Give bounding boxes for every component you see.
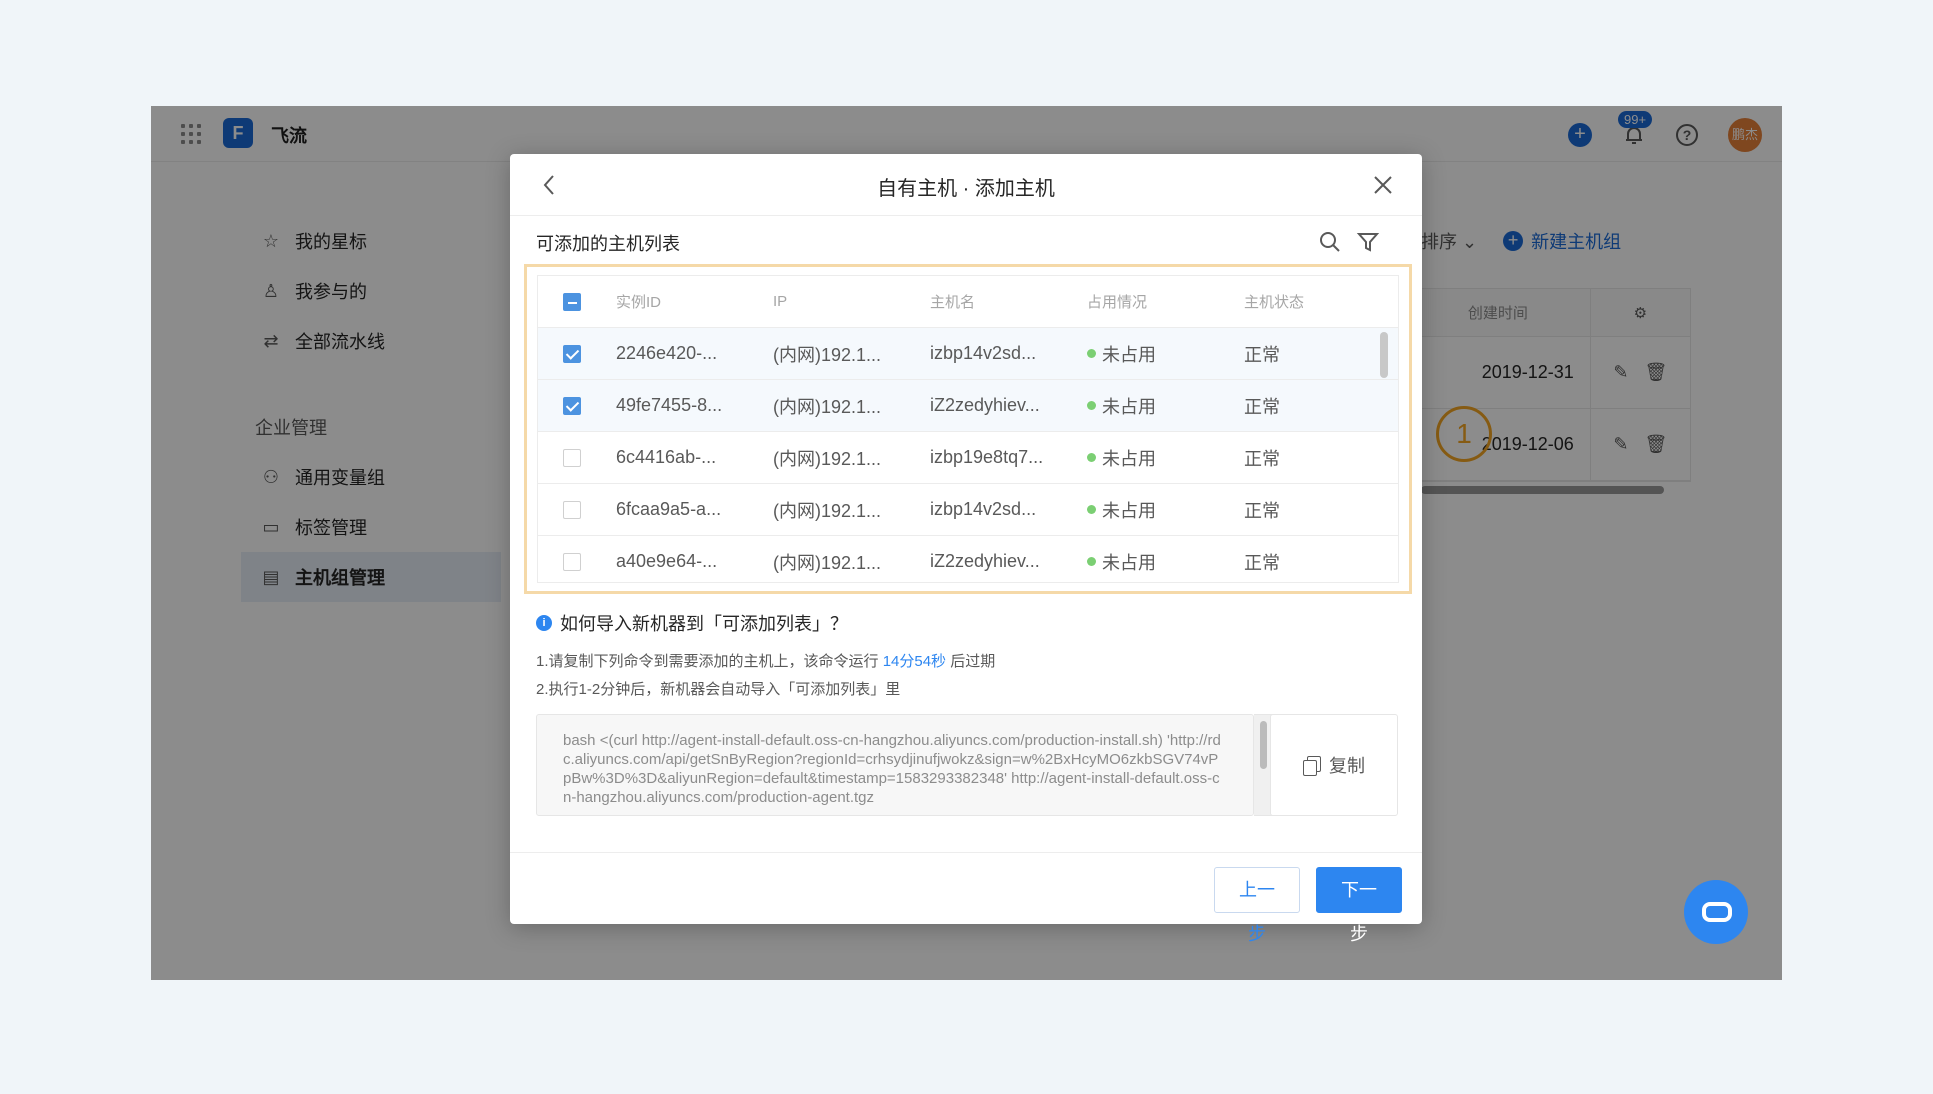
step-1-suffix: 后过期: [946, 653, 996, 670]
copy-label: 复制: [1329, 756, 1365, 776]
row-checkbox[interactable]: [563, 552, 581, 571]
filter-icon[interactable]: [1356, 230, 1380, 254]
host-list-highlight: 实例ID IP 主机名 占用情况 主机状态 2246e420-... (内网)1…: [524, 264, 1412, 594]
status-cell: 正常: [1244, 500, 1280, 521]
hostname-cell: izbp19e8tq7...: [930, 447, 1044, 467]
status-cell: 正常: [1244, 552, 1280, 573]
host-list-title: 可添加的主机列表: [536, 234, 680, 254]
hostname-cell: iZ2zedyhiev...: [930, 395, 1040, 415]
instance-id-cell: 6fcaa9a5-a...: [616, 499, 722, 519]
status-cell: 正常: [1244, 344, 1280, 365]
usage-dot: [1087, 349, 1096, 358]
row-checkbox[interactable]: [563, 396, 581, 415]
previous-step-button[interactable]: 上一步: [1214, 867, 1300, 944]
step-1: 1.请复制下列命令到需要添加的主机上，该命令运行 14分54秒 后过期: [536, 650, 995, 671]
usage-cell: 未占用: [1102, 552, 1156, 573]
usage-dot: [1087, 453, 1096, 462]
instance-id-cell: 6c4416ab-...: [616, 447, 717, 467]
usage-cell: 未占用: [1102, 500, 1156, 521]
instance-id-cell: 49fe7455-8...: [616, 395, 723, 415]
row-checkbox[interactable]: [563, 500, 581, 519]
step-2: 2.执行1-2分钟后，新机器会自动导入「可添加列表」里: [536, 681, 901, 698]
status-cell: 正常: [1244, 448, 1280, 469]
import-howto: i 如何导入新机器到「可添加列表」？: [536, 610, 848, 636]
copy-button[interactable]: 复制: [1270, 714, 1398, 816]
install-command[interactable]: bash <(curl http://agent-install-default…: [536, 714, 1254, 816]
instance-id-cell: a40e9e64-...: [616, 551, 718, 571]
select-all-checkbox[interactable]: [563, 292, 581, 311]
usage-dot: [1087, 557, 1096, 566]
table-header: 实例ID IP 主机名 占用情况 主机状态: [538, 276, 1398, 328]
hostname-cell: izbp14v2sd...: [930, 499, 1037, 519]
usage-dot: [1087, 401, 1096, 410]
hostname-cell: iZ2zedyhiev...: [930, 551, 1040, 571]
column-header: 主机名: [930, 294, 976, 311]
usage-cell: 未占用: [1102, 396, 1156, 417]
close-icon[interactable]: [1370, 172, 1396, 198]
host-table: 实例ID IP 主机名 占用情况 主机状态 2246e420-... (内网)1…: [537, 275, 1399, 583]
ip-cell: (内网)192.1...: [773, 448, 882, 469]
column-header: IP: [773, 293, 788, 310]
search-icon[interactable]: [1318, 230, 1342, 254]
step-1-prefix: 1.请复制下列命令到需要添加的主机上，该命令运行: [536, 653, 883, 670]
info-icon: i: [536, 615, 552, 631]
ip-cell: (内网)192.1...: [773, 344, 882, 365]
ip-cell: (内网)192.1...: [773, 500, 882, 521]
table-row[interactable]: 6c4416ab-... (内网)192.1... izbp19e8tq7...…: [538, 432, 1398, 484]
chat-support-button[interactable]: [1684, 880, 1748, 944]
dialog-footer: 上一步 下一步: [510, 852, 1422, 944]
table-row[interactable]: 2246e420-... (内网)192.1... izbp14v2sd... …: [538, 328, 1398, 380]
usage-dot: [1087, 505, 1096, 514]
row-checkbox[interactable]: [563, 448, 581, 467]
next-step-button[interactable]: 下一步: [1316, 867, 1402, 944]
column-header: 占用情况: [1087, 294, 1148, 311]
usage-cell: 未占用: [1102, 448, 1156, 469]
column-header: 主机状态: [1244, 294, 1305, 311]
dialog-header: 自有主机 · 添加主机: [510, 154, 1422, 216]
column-header: 实例ID: [616, 294, 662, 311]
status-cell: 正常: [1244, 396, 1280, 417]
chat-icon: [1702, 902, 1732, 922]
howto-title: 如何导入新机器到「可添加列表」？: [560, 614, 848, 634]
usage-cell: 未占用: [1102, 344, 1156, 365]
ip-cell: (内网)192.1...: [773, 396, 882, 417]
ip-cell: (内网)192.1...: [773, 552, 882, 573]
add-host-dialog: 自有主机 · 添加主机 可添加的主机列表 实例ID IP 主机名 占用情况 主机…: [510, 154, 1422, 944]
hostname-cell: izbp14v2sd...: [930, 343, 1037, 363]
table-scrollbar[interactable]: [1380, 332, 1388, 378]
dialog-title: 自有主机 · 添加主机: [877, 178, 1055, 200]
expiry-countdown: 14分54秒: [882, 653, 947, 670]
table-row[interactable]: a40e9e64-... (内网)192.1... iZ2zedyhiev...…: [538, 536, 1398, 582]
copy-icon: [1303, 756, 1321, 776]
instance-id-cell: 2246e420-...: [616, 343, 718, 363]
row-checkbox[interactable]: [563, 344, 581, 363]
table-row[interactable]: 6fcaa9a5-a... (内网)192.1... izbp14v2sd...…: [538, 484, 1398, 536]
table-row[interactable]: 49fe7455-8... (内网)192.1... iZ2zedyhiev..…: [538, 380, 1398, 432]
